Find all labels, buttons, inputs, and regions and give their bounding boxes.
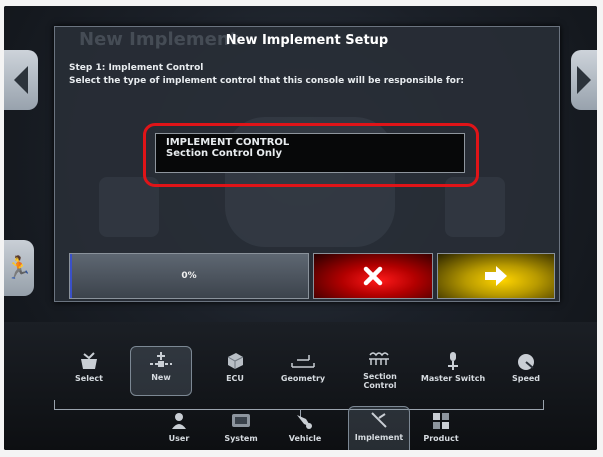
menu-item-label: System — [224, 434, 258, 443]
progress-text: 0% — [181, 271, 197, 281]
select-label: IMPLEMENT CONTROL — [166, 137, 290, 148]
console-screen: 🏃 New Implement New Implement Setup Step… — [4, 6, 597, 450]
new-implement-dialog: New Implement New Implement Setup Step 1… — [54, 26, 560, 302]
menu-item-label: Speed — [511, 374, 541, 383]
dialog-title: New Implement Setup — [225, 33, 389, 48]
master-switch-icon — [448, 352, 458, 370]
select-value: Section Control Only — [166, 148, 282, 159]
menu-item-label: Master Switch — [420, 374, 486, 383]
step-heading: Step 1: Implement Control — [69, 63, 204, 73]
section-control-icon — [369, 352, 389, 365]
menu-item-label: Geometry — [280, 374, 326, 383]
menu-item-product[interactable]: Product — [410, 408, 472, 450]
system-icon — [232, 414, 250, 427]
menu-item-section-control[interactable]: Section Control — [349, 346, 411, 396]
next-page-button[interactable] — [571, 50, 597, 110]
instruction-text: Select the type of implement control tha… — [69, 76, 465, 86]
menu-item-system[interactable]: System — [210, 408, 272, 450]
menu-item-label: ECU — [226, 374, 244, 383]
menu-item-geometry[interactable]: Geometry — [272, 348, 334, 398]
menu-item-label: Select — [75, 374, 103, 383]
previous-page-button[interactable] — [4, 50, 38, 110]
running-person-icon: 🏃 — [5, 255, 33, 281]
menu-item-label: User — [168, 434, 190, 443]
menu-item-implement[interactable]: Implement — [348, 406, 410, 450]
geometry-icon — [291, 355, 315, 368]
next-button[interactable] — [437, 253, 555, 299]
menu-item-label: New — [151, 373, 171, 382]
implement-icon — [371, 412, 387, 428]
menu-item-master-switch[interactable]: Master Switch — [420, 348, 486, 398]
chevron-right-icon — [577, 66, 591, 94]
speed-icon — [518, 354, 534, 370]
progress-bar: 0% — [69, 253, 309, 299]
menu-item-label: Product — [423, 434, 459, 443]
menu-item-user[interactable]: User — [148, 408, 210, 450]
chevron-left-icon — [14, 66, 28, 94]
menu-item-new[interactable]: New — [130, 346, 192, 396]
menu-item-select[interactable]: Select — [58, 348, 120, 398]
menu-item-label: Implement — [354, 433, 404, 442]
implement-control-select[interactable]: IMPLEMENT CONTROL Section Control Only — [155, 133, 465, 173]
x-icon — [363, 266, 383, 286]
new-implement-icon — [150, 352, 172, 367]
ecu-icon — [227, 353, 244, 369]
menu-item-speed[interactable]: Speed — [495, 348, 557, 398]
arrow-right-icon — [485, 266, 507, 286]
menu-item-label: Vehicle — [288, 434, 322, 443]
vehicle-icon — [297, 415, 312, 429]
menu-item-label: Section Control — [363, 372, 397, 390]
run-screen-button[interactable]: 🏃 — [4, 240, 34, 296]
menu-item-ecu[interactable]: ECU — [204, 348, 266, 398]
menu-item-vehicle[interactable]: Vehicle — [274, 408, 336, 450]
select-icon — [81, 352, 97, 369]
cancel-button[interactable] — [313, 253, 433, 299]
product-icon — [433, 413, 449, 429]
user-icon — [172, 413, 186, 429]
